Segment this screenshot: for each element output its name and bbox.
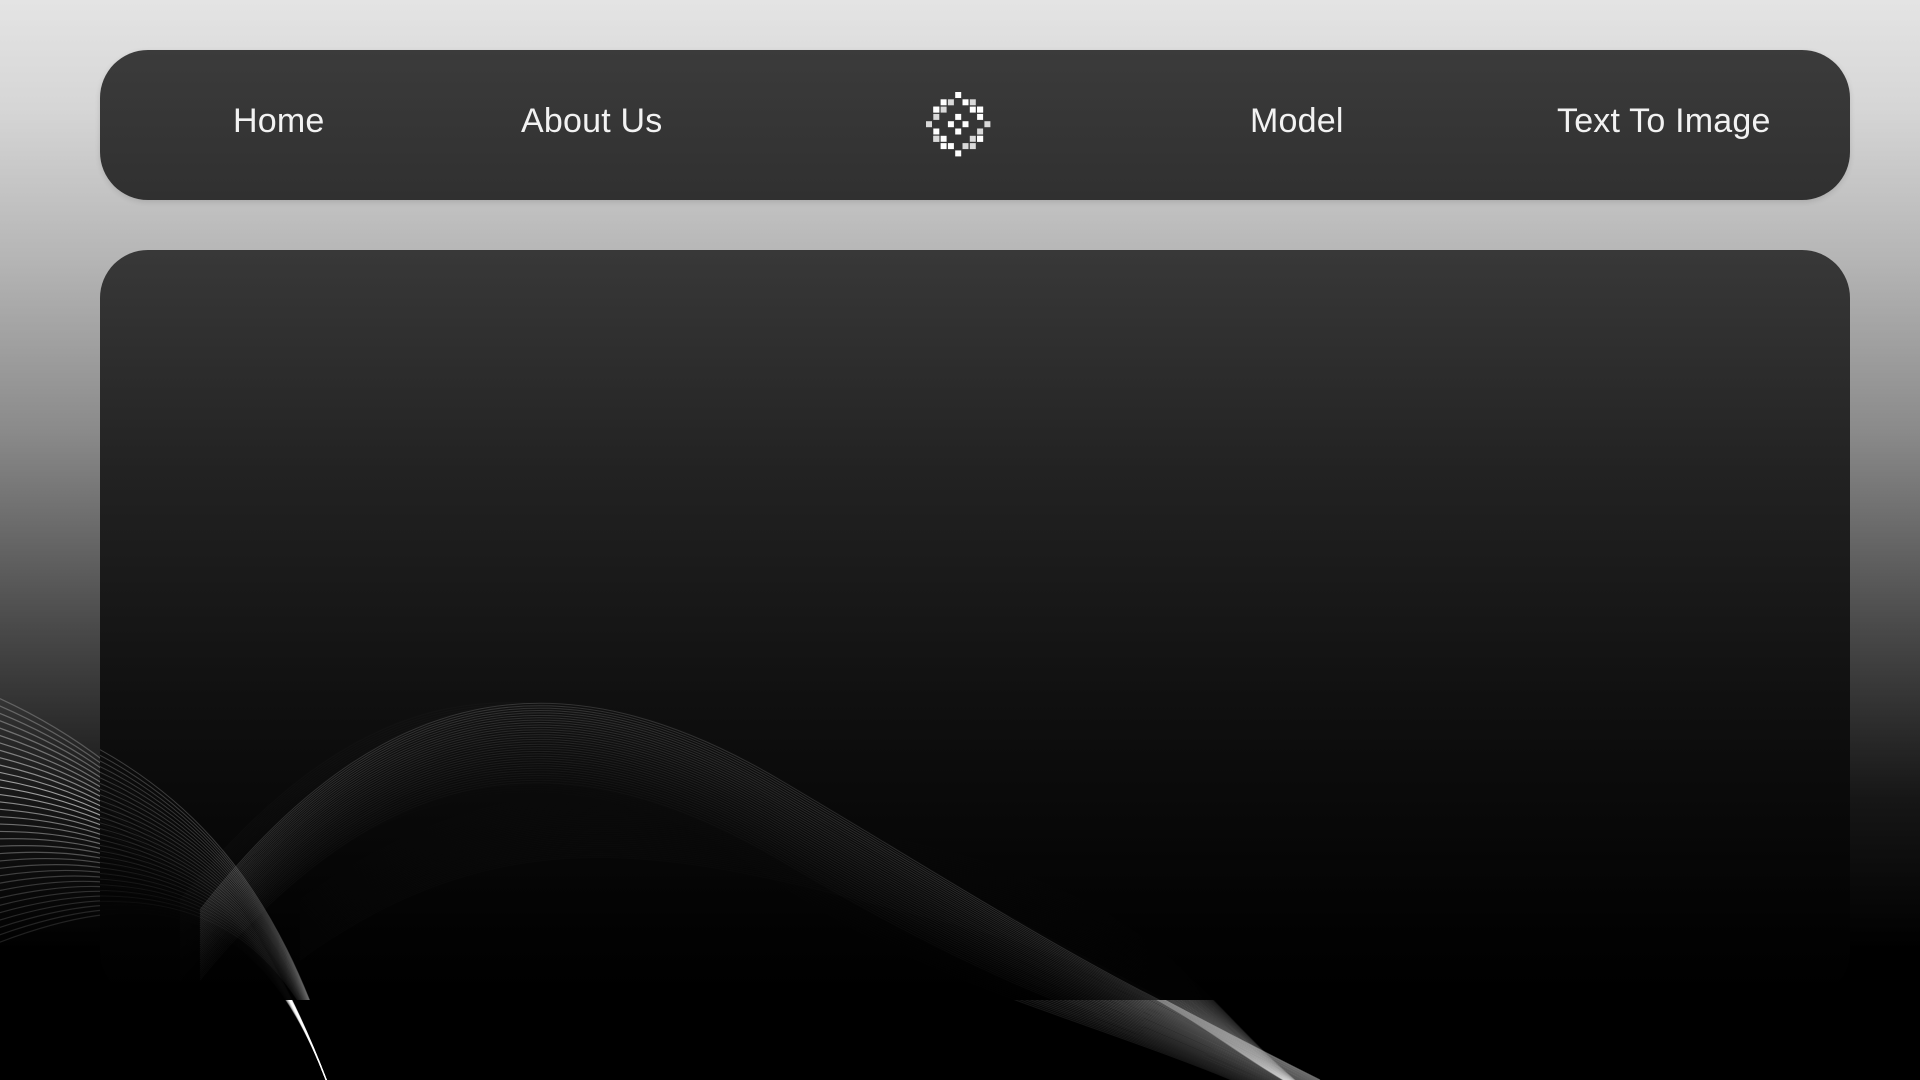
wave-line — [199, 722, 1142, 1000]
logo-pixel — [940, 135, 947, 142]
wave-line — [100, 861, 302, 1000]
logo-pixel — [940, 106, 947, 113]
logo-pixel — [955, 113, 962, 120]
logo-pixel — [933, 113, 940, 120]
wave-line — [199, 741, 1119, 1000]
logo-pixel — [940, 143, 947, 150]
logo-pixel — [969, 135, 976, 142]
logo-pixel — [977, 113, 984, 120]
panel-wave-lines — [100, 702, 1161, 1000]
logo-pixel — [926, 121, 932, 128]
pixel-flower-logo-icon[interactable] — [922, 88, 996, 162]
logo-pixel — [962, 121, 969, 128]
logo-pixel — [984, 121, 991, 128]
top-navigation-bar: Home About Us Model Text To Image — [100, 50, 1850, 200]
logo-pixel — [955, 150, 962, 157]
wave-line — [199, 746, 1113, 1000]
wave-line — [100, 771, 309, 1000]
logo-pixel — [977, 128, 984, 135]
logo-pixel — [969, 106, 976, 113]
wave-line — [100, 901, 298, 1000]
wave-line — [199, 719, 1144, 1000]
wave-line — [199, 724, 1139, 1000]
logo-pixel — [977, 135, 984, 142]
nav-home-link[interactable]: Home — [233, 50, 325, 200]
hero-content-panel — [100, 250, 1850, 1000]
logo-pixel — [955, 92, 962, 98]
wave-line — [199, 760, 1092, 1000]
nav-text-to-image-link[interactable]: Text To Image — [1557, 50, 1771, 200]
wave-line — [100, 811, 307, 1000]
logo-pixel — [933, 135, 940, 142]
logo-pixel — [969, 143, 976, 150]
wave-line — [199, 743, 1116, 1000]
logo-pixel — [955, 128, 962, 135]
wave-line — [199, 727, 1136, 1000]
logo-pixel — [940, 99, 947, 106]
logo-pixel — [962, 143, 969, 150]
nav-model-link[interactable]: Model — [1250, 50, 1344, 200]
logo-pixel — [947, 99, 954, 106]
logo-pixel — [977, 106, 984, 113]
logo-pixel — [933, 128, 940, 135]
logo-pixel — [947, 143, 954, 150]
wave-line — [199, 705, 1159, 1000]
logo-pixel — [962, 99, 969, 106]
logo-pixel — [933, 106, 940, 113]
nav-about-us-link[interactable]: About Us — [521, 50, 662, 200]
logo-pixel — [947, 121, 954, 128]
logo-pixel — [969, 99, 976, 106]
